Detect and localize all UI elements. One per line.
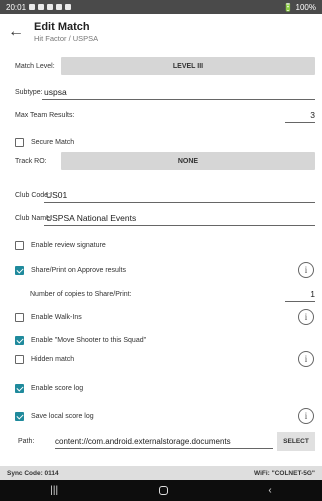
status-time: 20:01 — [6, 2, 27, 12]
notification-icon — [29, 4, 36, 10]
score-log-label: Enable score log — [31, 384, 84, 392]
copies-field[interactable]: 1 — [285, 286, 315, 302]
sync-bar: Sync Code: 0114 WiFi: "COLNET-5G" — [0, 466, 322, 480]
path-label: Path: — [18, 437, 35, 445]
notification-icon — [38, 4, 45, 10]
notification-icon — [56, 4, 63, 10]
battery-level: 100% — [295, 2, 316, 12]
secure-match-label: Secure Match — [31, 138, 75, 146]
share-print-checkbox[interactable] — [15, 265, 24, 275]
home-icon[interactable] — [158, 486, 168, 495]
club-name-field[interactable]: USPSA National Events — [44, 210, 315, 226]
walk-ins-label: Enable Walk-Ins — [31, 313, 82, 321]
sync-code: Sync Code: 0114 — [7, 469, 59, 477]
match-level-select[interactable]: LEVEL III — [61, 57, 315, 75]
system-nav-bar: ||| ‹ — [0, 480, 322, 501]
max-team-results-field[interactable]: 3 — [285, 107, 315, 123]
info-circle-icon[interactable]: i — [298, 351, 314, 367]
save-local-score-log-label: Save local score log — [31, 412, 94, 420]
info-circle-icon[interactable]: i — [298, 408, 314, 424]
app-bar: ← Edit Match Hit Factor / USPSA — [0, 14, 322, 50]
track-ro-select[interactable]: NONE — [61, 152, 315, 170]
battery-icon: 🔋 — [283, 2, 294, 12]
save-local-score-log-checkbox[interactable] — [15, 411, 24, 421]
select-button[interactable]: SELECT — [277, 431, 315, 451]
path-field[interactable]: content://com.android.externalstorage.do… — [55, 433, 273, 449]
info-circle-icon[interactable]: i — [298, 309, 314, 325]
club-name-label: Club Name: — [15, 214, 52, 222]
walk-ins-checkbox[interactable] — [15, 312, 24, 322]
copies-label: Number of copies to Share/Print: — [30, 290, 132, 298]
move-shooter-checkbox[interactable] — [15, 335, 24, 345]
club-code-label: Club Code: — [15, 191, 51, 199]
subtype-label: Subtype: — [15, 88, 43, 96]
wifi-status: WiFi: "COLNET-5G" — [254, 469, 315, 477]
status-bar: 20:01 🔋 100% — [0, 0, 322, 14]
score-log-checkbox[interactable] — [15, 383, 24, 393]
recents-icon[interactable]: ||| — [50, 485, 58, 496]
hidden-match-checkbox[interactable] — [15, 354, 24, 364]
club-code-field[interactable]: US01 — [44, 187, 315, 203]
move-shooter-label: Enable "Move Shooter to this Squad" — [31, 336, 147, 344]
page-title: Edit Match — [34, 21, 90, 33]
match-level-label: Match Level: — [15, 62, 55, 70]
arrow-left-icon[interactable]: ← — [8, 23, 34, 41]
secure-match-checkbox[interactable] — [15, 137, 24, 147]
subtype-field[interactable]: uspsa — [42, 84, 315, 100]
page-subtitle: Hit Factor / USPSA — [34, 34, 99, 43]
review-signature-checkbox[interactable] — [15, 240, 24, 250]
info-circle-icon[interactable]: i — [298, 262, 314, 278]
notification-icon — [47, 4, 54, 10]
hidden-match-label: Hidden match — [31, 355, 75, 363]
max-team-results-label: Max Team Results: — [15, 111, 75, 119]
notification-icon — [65, 4, 72, 10]
review-signature-label: Enable review signature — [31, 241, 106, 249]
share-print-label: Share/Print on Approve results — [31, 266, 126, 274]
back-nav-icon[interactable]: ‹ — [268, 485, 271, 496]
track-ro-label: Track RO: — [15, 157, 47, 165]
